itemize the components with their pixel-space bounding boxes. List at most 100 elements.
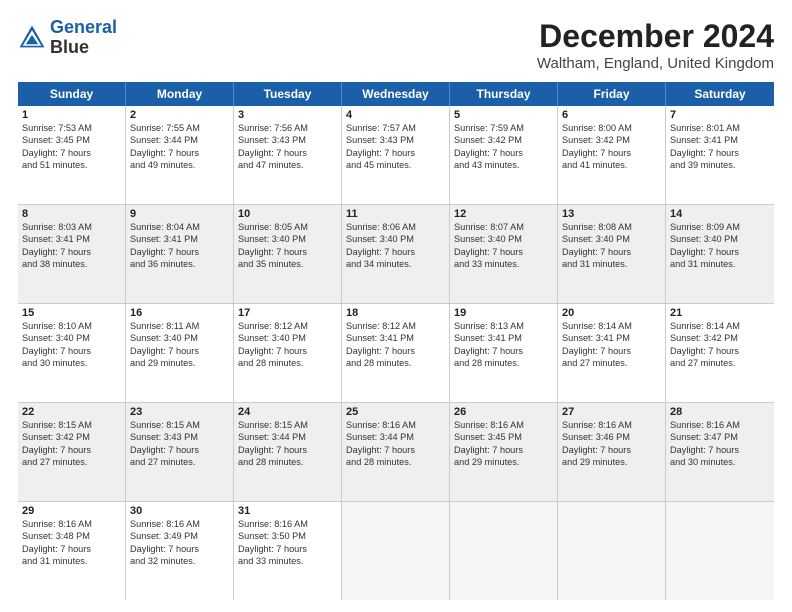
cell-line: Sunset: 3:41 PM bbox=[454, 332, 553, 344]
cell-line: Sunset: 3:46 PM bbox=[562, 431, 661, 443]
day-number: 31 bbox=[238, 505, 337, 517]
cell-line: and 49 minutes. bbox=[130, 159, 229, 171]
cell-line: Daylight: 7 hours bbox=[670, 345, 770, 357]
day-number: 11 bbox=[346, 208, 445, 220]
cell-line: Sunrise: 7:55 AM bbox=[130, 122, 229, 134]
header-day-saturday: Saturday bbox=[666, 82, 774, 106]
logo-text: General Blue bbox=[50, 18, 117, 58]
cell-line: Sunrise: 8:15 AM bbox=[238, 419, 337, 431]
day-cell-14: 14Sunrise: 8:09 AMSunset: 3:40 PMDayligh… bbox=[666, 205, 774, 303]
cell-line: and 47 minutes. bbox=[238, 159, 337, 171]
day-cell-26: 26Sunrise: 8:16 AMSunset: 3:45 PMDayligh… bbox=[450, 403, 558, 501]
calendar-row-5: 29Sunrise: 8:16 AMSunset: 3:48 PMDayligh… bbox=[18, 502, 774, 600]
cell-line: Sunrise: 8:14 AM bbox=[670, 320, 770, 332]
cell-line: and 43 minutes. bbox=[454, 159, 553, 171]
calendar-row-3: 15Sunrise: 8:10 AMSunset: 3:40 PMDayligh… bbox=[18, 304, 774, 403]
cell-line: and 28 minutes. bbox=[238, 456, 337, 468]
day-cell-2: 2Sunrise: 7:55 AMSunset: 3:44 PMDaylight… bbox=[126, 106, 234, 204]
cell-line: Daylight: 7 hours bbox=[130, 444, 229, 456]
cell-line: and 29 minutes. bbox=[130, 357, 229, 369]
page: General Blue December 2024 Waltham, Engl… bbox=[0, 0, 792, 612]
day-number: 16 bbox=[130, 307, 229, 319]
day-number: 8 bbox=[22, 208, 121, 220]
cell-line: Daylight: 7 hours bbox=[130, 543, 229, 555]
day-number: 17 bbox=[238, 307, 337, 319]
day-cell-24: 24Sunrise: 8:15 AMSunset: 3:44 PMDayligh… bbox=[234, 403, 342, 501]
logo-line2: Blue bbox=[50, 37, 89, 57]
cell-line: Sunset: 3:40 PM bbox=[238, 332, 337, 344]
cell-line: and 29 minutes. bbox=[562, 456, 661, 468]
cell-line: Sunset: 3:42 PM bbox=[22, 431, 121, 443]
cell-line: Daylight: 7 hours bbox=[22, 147, 121, 159]
cell-line: Daylight: 7 hours bbox=[238, 543, 337, 555]
cell-line: Sunset: 3:49 PM bbox=[130, 530, 229, 542]
cell-line: Daylight: 7 hours bbox=[22, 246, 121, 258]
cell-line: Sunrise: 8:00 AM bbox=[562, 122, 661, 134]
cell-line: Sunrise: 8:16 AM bbox=[670, 419, 770, 431]
cell-line: Sunrise: 7:53 AM bbox=[22, 122, 121, 134]
day-number: 2 bbox=[130, 109, 229, 121]
cell-line: and 34 minutes. bbox=[346, 258, 445, 270]
cell-line: and 28 minutes. bbox=[454, 357, 553, 369]
cell-line: and 35 minutes. bbox=[238, 258, 337, 270]
cell-line: Sunrise: 8:04 AM bbox=[130, 221, 229, 233]
cell-line: Sunrise: 7:57 AM bbox=[346, 122, 445, 134]
cell-line: Sunset: 3:48 PM bbox=[22, 530, 121, 542]
cell-line: Sunrise: 8:03 AM bbox=[22, 221, 121, 233]
day-cell-9: 9Sunrise: 8:04 AMSunset: 3:41 PMDaylight… bbox=[126, 205, 234, 303]
cell-line: Sunset: 3:40 PM bbox=[130, 332, 229, 344]
cell-line: Daylight: 7 hours bbox=[238, 147, 337, 159]
day-cell-18: 18Sunrise: 8:12 AMSunset: 3:41 PMDayligh… bbox=[342, 304, 450, 402]
cell-line: and 30 minutes. bbox=[22, 357, 121, 369]
cell-line: and 30 minutes. bbox=[670, 456, 770, 468]
cell-line: Sunrise: 8:14 AM bbox=[562, 320, 661, 332]
cell-line: Sunset: 3:44 PM bbox=[238, 431, 337, 443]
day-number: 4 bbox=[346, 109, 445, 121]
cell-line: and 27 minutes. bbox=[562, 357, 661, 369]
day-cell-8: 8Sunrise: 8:03 AMSunset: 3:41 PMDaylight… bbox=[18, 205, 126, 303]
day-number: 6 bbox=[562, 109, 661, 121]
cell-line: Daylight: 7 hours bbox=[238, 345, 337, 357]
cell-line: Sunrise: 7:56 AM bbox=[238, 122, 337, 134]
cell-line: and 31 minutes. bbox=[670, 258, 770, 270]
cell-line: and 31 minutes. bbox=[22, 555, 121, 567]
cell-line: and 28 minutes. bbox=[346, 456, 445, 468]
day-number: 18 bbox=[346, 307, 445, 319]
cell-line: Sunrise: 8:05 AM bbox=[238, 221, 337, 233]
cell-line: and 36 minutes. bbox=[130, 258, 229, 270]
cell-line: Sunrise: 8:15 AM bbox=[130, 419, 229, 431]
logo-line1: General bbox=[50, 17, 117, 37]
day-number: 23 bbox=[130, 406, 229, 418]
header-day-tuesday: Tuesday bbox=[234, 82, 342, 106]
day-cell-28: 28Sunrise: 8:16 AMSunset: 3:47 PMDayligh… bbox=[666, 403, 774, 501]
cell-line: and 32 minutes. bbox=[130, 555, 229, 567]
calendar-header: SundayMondayTuesdayWednesdayThursdayFrid… bbox=[18, 82, 774, 106]
cell-line: Sunrise: 8:12 AM bbox=[346, 320, 445, 332]
cell-line: Sunset: 3:42 PM bbox=[562, 134, 661, 146]
day-cell-27: 27Sunrise: 8:16 AMSunset: 3:46 PMDayligh… bbox=[558, 403, 666, 501]
calendar-row-2: 8Sunrise: 8:03 AMSunset: 3:41 PMDaylight… bbox=[18, 205, 774, 304]
cell-line: Sunset: 3:43 PM bbox=[346, 134, 445, 146]
cell-line: and 28 minutes. bbox=[346, 357, 445, 369]
cell-line: Daylight: 7 hours bbox=[22, 345, 121, 357]
cell-line: Daylight: 7 hours bbox=[346, 246, 445, 258]
cell-line: Daylight: 7 hours bbox=[130, 345, 229, 357]
day-cell-16: 16Sunrise: 8:11 AMSunset: 3:40 PMDayligh… bbox=[126, 304, 234, 402]
cell-line: Sunset: 3:44 PM bbox=[346, 431, 445, 443]
day-cell-21: 21Sunrise: 8:14 AMSunset: 3:42 PMDayligh… bbox=[666, 304, 774, 402]
cell-line: Sunset: 3:43 PM bbox=[238, 134, 337, 146]
day-cell-4: 4Sunrise: 7:57 AMSunset: 3:43 PMDaylight… bbox=[342, 106, 450, 204]
cell-line: and 45 minutes. bbox=[346, 159, 445, 171]
day-number: 10 bbox=[238, 208, 337, 220]
cell-line: Daylight: 7 hours bbox=[22, 444, 121, 456]
day-cell-25: 25Sunrise: 8:16 AMSunset: 3:44 PMDayligh… bbox=[342, 403, 450, 501]
cell-line: Daylight: 7 hours bbox=[346, 147, 445, 159]
cell-line: Sunset: 3:42 PM bbox=[670, 332, 770, 344]
cell-line: Daylight: 7 hours bbox=[562, 147, 661, 159]
day-number: 29 bbox=[22, 505, 121, 517]
calendar-row-1: 1Sunrise: 7:53 AMSunset: 3:45 PMDaylight… bbox=[18, 106, 774, 205]
cell-line: Sunrise: 8:06 AM bbox=[346, 221, 445, 233]
day-cell-31: 31Sunrise: 8:16 AMSunset: 3:50 PMDayligh… bbox=[234, 502, 342, 600]
day-cell-13: 13Sunrise: 8:08 AMSunset: 3:40 PMDayligh… bbox=[558, 205, 666, 303]
day-number: 19 bbox=[454, 307, 553, 319]
